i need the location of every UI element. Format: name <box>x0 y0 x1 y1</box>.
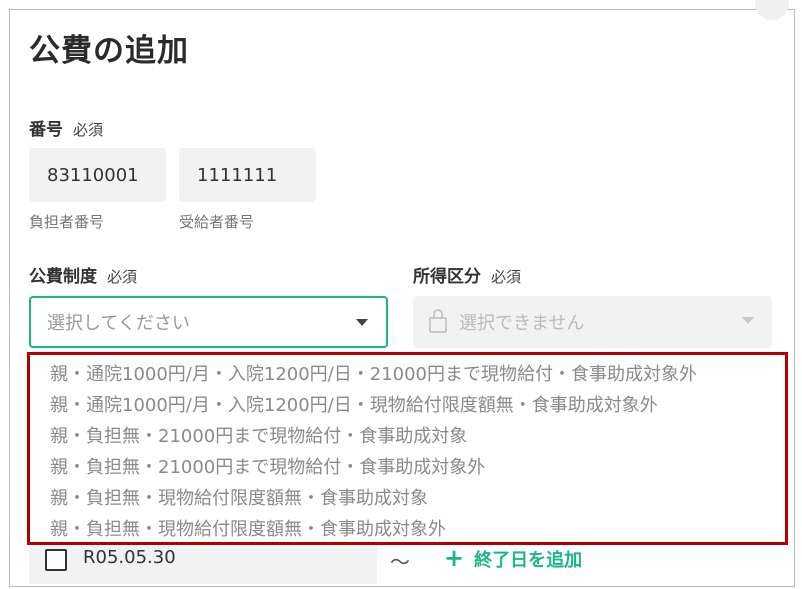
public-system-label: 公費制度 必須 <box>29 262 137 287</box>
required-badge: 必須 <box>491 268 522 286</box>
public-system-placeholder: 選択してください <box>47 313 190 334</box>
dropdown-option[interactable]: 親・負担無・21000円まで現物給付・食事助成対象外 <box>30 452 785 483</box>
lock-icon <box>429 309 447 333</box>
required-badge: 必須 <box>73 121 104 139</box>
income-category-placeholder: 選択できません <box>459 313 585 334</box>
number-label: 番号 必須 <box>29 115 103 140</box>
income-category-label: 所得区分 必須 <box>413 262 521 287</box>
public-system-select[interactable]: 選択してください <box>29 296 388 348</box>
number-label-text: 番号 <box>29 120 63 140</box>
add-end-date-label: 終了日を追加 <box>474 550 583 571</box>
income-category-select: 選択できません <box>413 296 772 348</box>
recipient-number-caption: 受給者番号 <box>179 213 255 231</box>
dropdown-option[interactable]: 親・通院1000円/月・入院1200円/日・現物給付限度額無・食事助成対象外 <box>30 390 785 421</box>
start-date-field[interactable]: R05.05.30 <box>29 546 377 584</box>
date-separator: 〜 <box>390 550 410 574</box>
public-system-dropdown: 親・通院1000円/月・入院1200円/日・21000円まで現物給付・食事助成対… <box>27 352 788 545</box>
dialog-title: 公費の追加 <box>29 33 189 69</box>
start-date-checkbox[interactable] <box>45 549 67 571</box>
payer-number-field[interactable]: 83110001 <box>29 148 166 202</box>
start-date-text: R05.05.30 <box>83 547 176 568</box>
public-system-label-text: 公費制度 <box>29 267 97 287</box>
required-badge: 必須 <box>107 268 138 286</box>
payer-number-caption: 負担者番号 <box>29 213 105 231</box>
dropdown-option[interactable]: 親・負担無・現物給付限度額無・食事助成対象 <box>30 483 785 514</box>
add-end-date-button[interactable]: + 終了日を追加 <box>444 544 582 572</box>
plus-icon: + <box>444 544 465 572</box>
dropdown-option[interactable]: 親・負担無・現物給付限度額無・食事助成対象外 <box>30 514 785 545</box>
dropdown-option[interactable]: 親・負担無・21000円まで現物給付・食事助成対象 <box>30 421 785 452</box>
chevron-down-icon <box>742 317 754 324</box>
dropdown-option[interactable]: 親・通院1000円/月・入院1200円/日・21000円まで現物給付・食事助成対… <box>30 359 785 390</box>
recipient-number-field[interactable]: 1111111 <box>179 148 316 202</box>
chevron-down-icon <box>356 319 368 326</box>
income-category-label-text: 所得区分 <box>413 267 481 287</box>
